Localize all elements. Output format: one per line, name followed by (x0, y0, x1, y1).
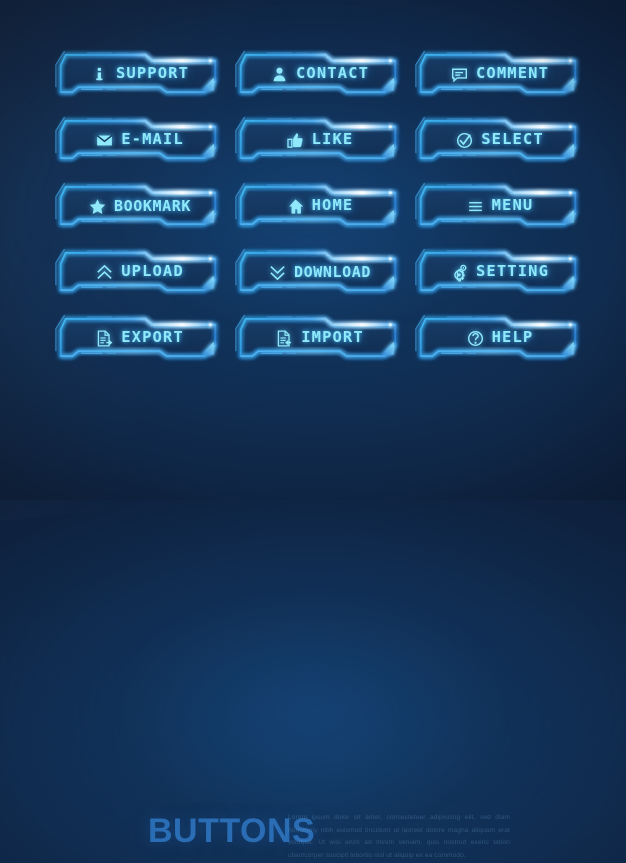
button-like[interactable]: LIKE (232, 116, 404, 164)
button-download[interactable]: DOWNLOAD (232, 248, 404, 296)
button-contact[interactable]: CONTACT (232, 50, 404, 98)
button-import[interactable]: IMPORT (232, 314, 404, 362)
footer-description: Lorem ipsum dolor sit amet, consectetuer… (288, 814, 510, 859)
button-e-mail[interactable]: E-MAIL (52, 116, 224, 164)
button-grid: SUPPORT CONTACT COMMENT E-MAIL LIKE SELECT BOO… (52, 50, 578, 362)
footer: BUTTONS Lorem ipsum dolor sit amet, cons… (0, 404, 626, 859)
button-bookmark[interactable]: BOOKMARK (52, 182, 224, 230)
button-support[interactable]: SUPPORT (52, 50, 224, 98)
button-upload[interactable]: UPLOAD (52, 248, 224, 296)
button-comment[interactable]: COMMENT (412, 50, 584, 98)
button-home[interactable]: HOME (232, 182, 404, 230)
button-export[interactable]: EXPORT (52, 314, 224, 362)
button-menu[interactable]: MENU (412, 182, 584, 230)
button-setting[interactable]: SETTING (412, 248, 584, 296)
button-help[interactable]: HELP (412, 314, 584, 362)
button-select[interactable]: SELECT (412, 116, 584, 164)
